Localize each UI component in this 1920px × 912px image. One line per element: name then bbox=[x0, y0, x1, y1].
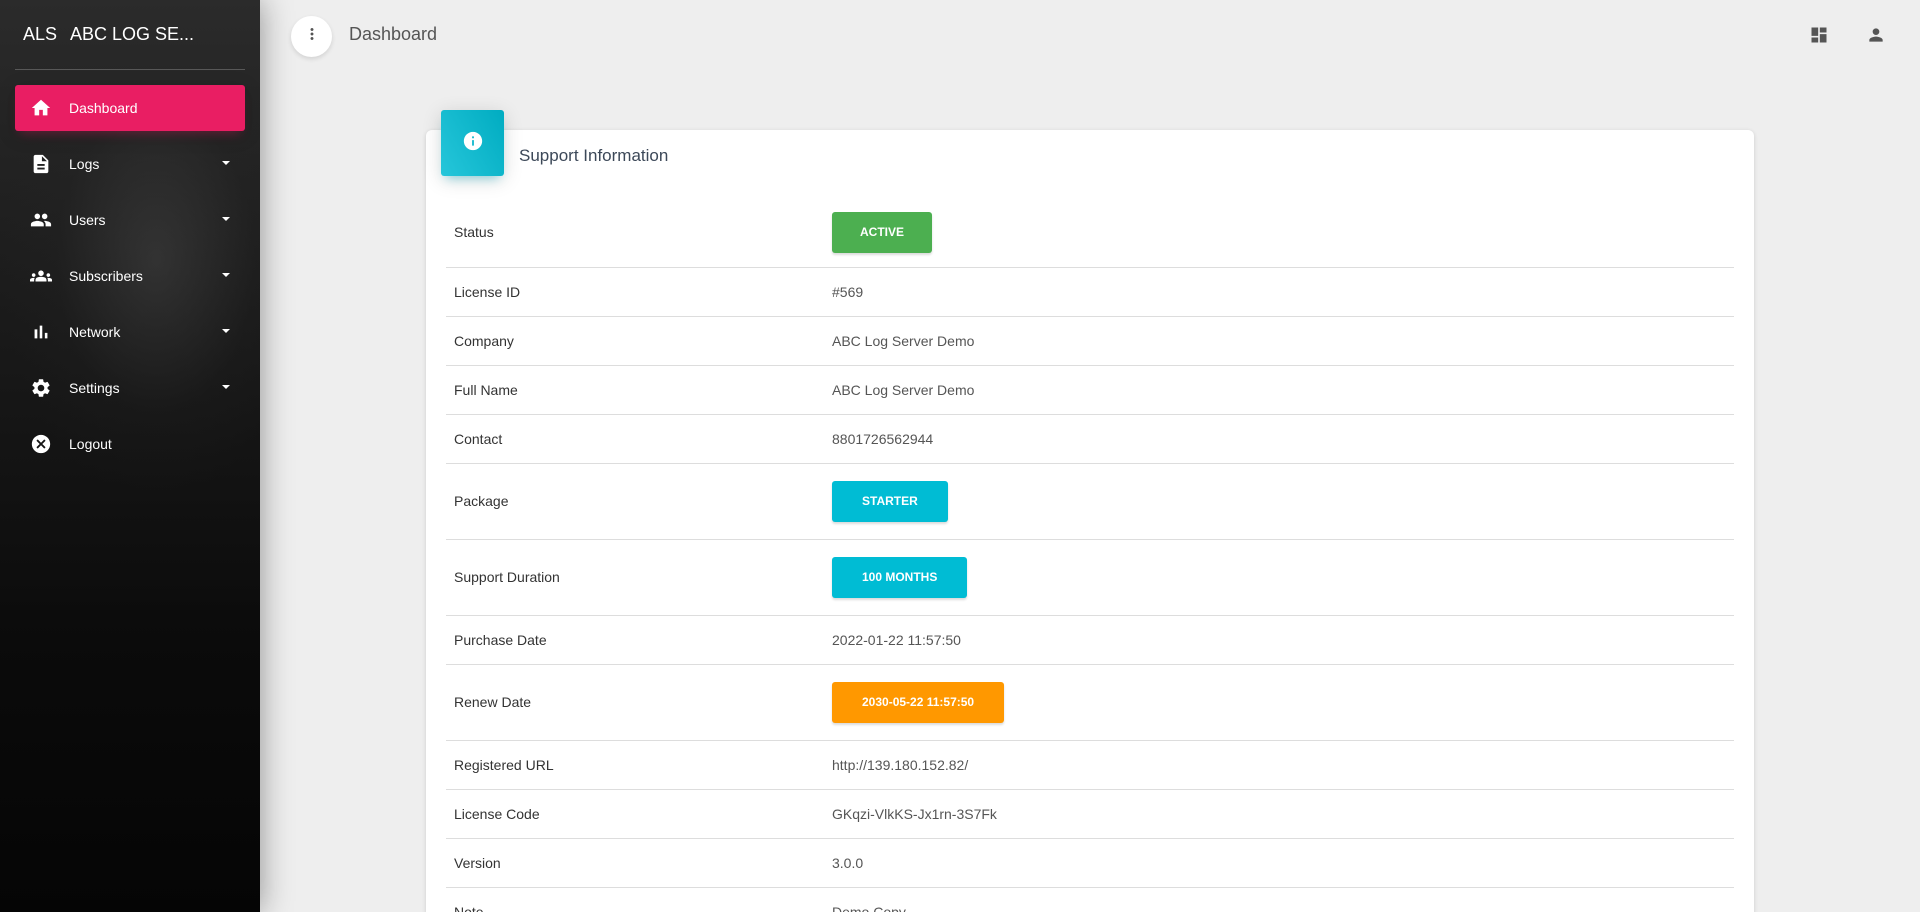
bar-chart-icon bbox=[29, 320, 53, 344]
row-label: License Code bbox=[446, 789, 832, 839]
document-icon bbox=[29, 152, 53, 176]
row-label: Note bbox=[446, 887, 832, 912]
table-row: Note Demo Copy bbox=[446, 887, 1734, 912]
sidebar-item-dashboard[interactable]: Dashboard bbox=[15, 85, 245, 131]
row-value: 3.0.0 bbox=[832, 838, 1734, 888]
sidebar-item-label: Dashboard bbox=[69, 100, 138, 116]
page-title[interactable]: Dashboard bbox=[349, 24, 437, 45]
sidebar-item-subscribers[interactable]: Subscribers bbox=[15, 253, 245, 299]
table-row: Purchase Date 2022-01-22 11:57:50 bbox=[446, 615, 1734, 665]
row-value: ABC Log Server Demo bbox=[832, 316, 1734, 366]
info-icon bbox=[462, 130, 484, 157]
card-title: Support Information bbox=[519, 146, 669, 165]
row-label: License ID bbox=[446, 267, 832, 317]
caret-down-icon bbox=[222, 217, 230, 221]
dashboard-icon[interactable] bbox=[1807, 23, 1831, 47]
table-row: License ID #569 bbox=[446, 267, 1734, 317]
people-icon bbox=[29, 208, 53, 232]
brand[interactable]: ALS ABC LOG SE... bbox=[0, 0, 260, 69]
support-info-table: Status ACTIVE License ID #569 Company AB… bbox=[446, 198, 1734, 912]
cancel-icon bbox=[29, 432, 53, 456]
table-row: Company ABC Log Server Demo bbox=[446, 316, 1734, 366]
row-label: Version bbox=[446, 838, 832, 888]
sidebar-item-label: Settings bbox=[69, 380, 120, 396]
brand-name[interactable]: ABC LOG SE... bbox=[70, 24, 194, 45]
sidebar-item-logs[interactable]: Logs bbox=[15, 141, 245, 187]
row-value: #569 bbox=[832, 267, 1734, 317]
home-icon bbox=[29, 96, 53, 120]
gear-icon bbox=[29, 376, 53, 400]
row-label: Company bbox=[446, 316, 832, 366]
card-header-icon bbox=[441, 110, 504, 176]
support-duration-badge[interactable]: 100 MONTHS bbox=[832, 556, 968, 598]
more-vert-icon bbox=[303, 25, 321, 48]
row-label: Registered URL bbox=[446, 740, 832, 790]
minimize-sidebar-button[interactable] bbox=[291, 16, 332, 57]
renew-date-badge[interactable]: 2030-05-22 11:57:50 bbox=[832, 681, 1005, 723]
table-row: Status ACTIVE bbox=[446, 198, 1734, 268]
row-label: Package bbox=[446, 463, 832, 540]
row-label: Full Name bbox=[446, 365, 832, 415]
row-label: Purchase Date bbox=[446, 615, 832, 665]
sidebar-nav: Dashboard Logs Users Subscribers Network… bbox=[0, 85, 260, 467]
row-value: ABC Log Server Demo bbox=[832, 365, 1734, 415]
caret-down-icon bbox=[222, 329, 230, 333]
sidebar-item-users[interactable]: Users bbox=[15, 197, 245, 243]
sidebar-item-settings[interactable]: Settings bbox=[15, 365, 245, 411]
row-label: Renew Date bbox=[446, 664, 832, 741]
sidebar-item-logout[interactable]: Logout bbox=[15, 421, 245, 467]
row-value: http://139.180.152.82/ bbox=[832, 740, 1734, 790]
row-value: 2022-01-22 11:57:50 bbox=[832, 615, 1734, 665]
table-row: Support Duration 100 MONTHS bbox=[446, 539, 1734, 616]
person-icon[interactable] bbox=[1864, 23, 1888, 47]
sidebar-item-label: Subscribers bbox=[69, 268, 143, 284]
caret-down-icon bbox=[222, 385, 230, 389]
row-value: GKqzi-VlkKS-Jx1rn-3S7Fk bbox=[832, 789, 1734, 839]
sidebar-item-label: Network bbox=[69, 324, 121, 340]
row-value: 8801726562944 bbox=[832, 414, 1734, 464]
groups-icon bbox=[29, 264, 53, 288]
caret-down-icon bbox=[222, 273, 230, 277]
table-row: License Code GKqzi-VlkKS-Jx1rn-3S7Fk bbox=[446, 789, 1734, 839]
table-row: Contact 8801726562944 bbox=[446, 414, 1734, 464]
status-badge[interactable]: ACTIVE bbox=[832, 211, 932, 253]
table-row: Version 3.0.0 bbox=[446, 838, 1734, 888]
sidebar: ALS ABC LOG SE... Dashboard Logs Users S… bbox=[0, 0, 260, 912]
top-navbar: Dashboard bbox=[260, 0, 1920, 70]
sidebar-item-network[interactable]: Network bbox=[15, 309, 245, 355]
sidebar-item-label: Users bbox=[69, 212, 106, 228]
sidebar-item-label: Logs bbox=[69, 156, 100, 172]
row-label: Support Duration bbox=[446, 539, 832, 616]
sidebar-item-label: Logout bbox=[69, 436, 112, 452]
caret-down-icon bbox=[222, 161, 230, 165]
table-row: Full Name ABC Log Server Demo bbox=[446, 365, 1734, 415]
row-label: Contact bbox=[446, 414, 832, 464]
table-row: Package STARTER bbox=[446, 463, 1734, 540]
row-label: Status bbox=[446, 198, 832, 268]
row-value: Demo Copy bbox=[832, 887, 1734, 912]
brand-mini-logo[interactable]: ALS bbox=[23, 24, 70, 45]
package-badge[interactable]: STARTER bbox=[832, 480, 948, 522]
table-row: Registered URL http://139.180.152.82/ bbox=[446, 740, 1734, 790]
brand-divider bbox=[15, 69, 245, 70]
table-row: Renew Date 2030-05-22 11:57:50 bbox=[446, 664, 1734, 741]
